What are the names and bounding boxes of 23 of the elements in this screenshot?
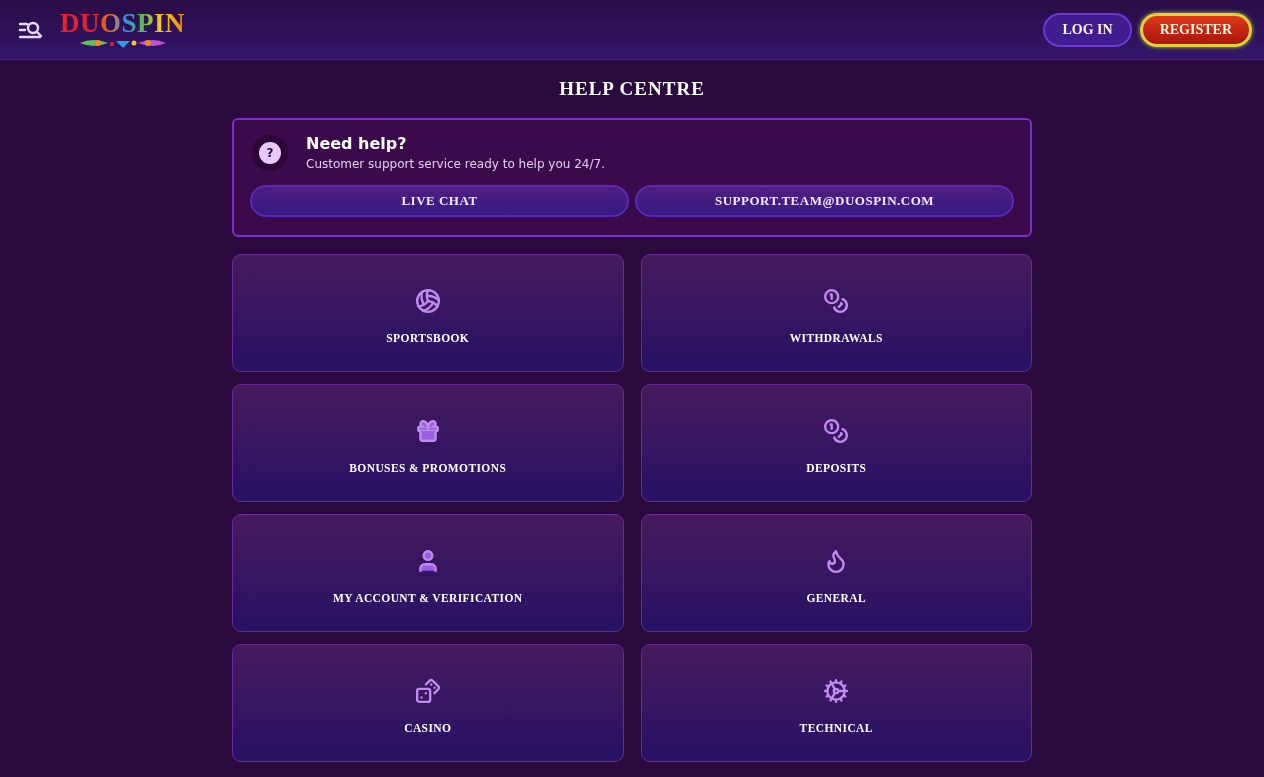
category-card[interactable]: GENERAL [640, 514, 1032, 632]
support-button[interactable]: SUPPORT.TEAM@DUOSPIN.COM [635, 185, 1014, 217]
category-card[interactable]: SPORTSBOOK [232, 254, 624, 372]
support-button[interactable]: LIVE CHAT [250, 185, 629, 217]
question-icon: ? [259, 141, 281, 164]
help-title: Need help? [306, 134, 408, 153]
coins-icon [823, 417, 850, 444]
gear-icon [823, 677, 850, 704]
coins-icon [823, 287, 850, 314]
page-title: HELP CENTRE [558, 78, 706, 100]
register-button[interactable]: REGISTER [1139, 12, 1252, 47]
category-card[interactable]: TECHNICAL [640, 644, 1032, 762]
login-button[interactable]: LOG IN [1043, 12, 1132, 47]
dice-icon [414, 677, 441, 704]
help-subtitle: Customer support service ready to help you 24/7. [306, 157, 605, 171]
category-card[interactable]: CASINO [232, 644, 624, 762]
gift-icon [414, 417, 441, 444]
ball-icon [414, 287, 441, 314]
category-card[interactable]: MY ACCOUNT & VERIFICATION [232, 514, 624, 632]
category-card[interactable]: WITHDRAWALS [640, 254, 1032, 372]
menu-search-icon[interactable] [18, 19, 44, 40]
category-card[interactable]: DEPOSITS [640, 384, 1032, 502]
category-card[interactable]: BONUSES & PROMOTIONS [232, 384, 624, 502]
